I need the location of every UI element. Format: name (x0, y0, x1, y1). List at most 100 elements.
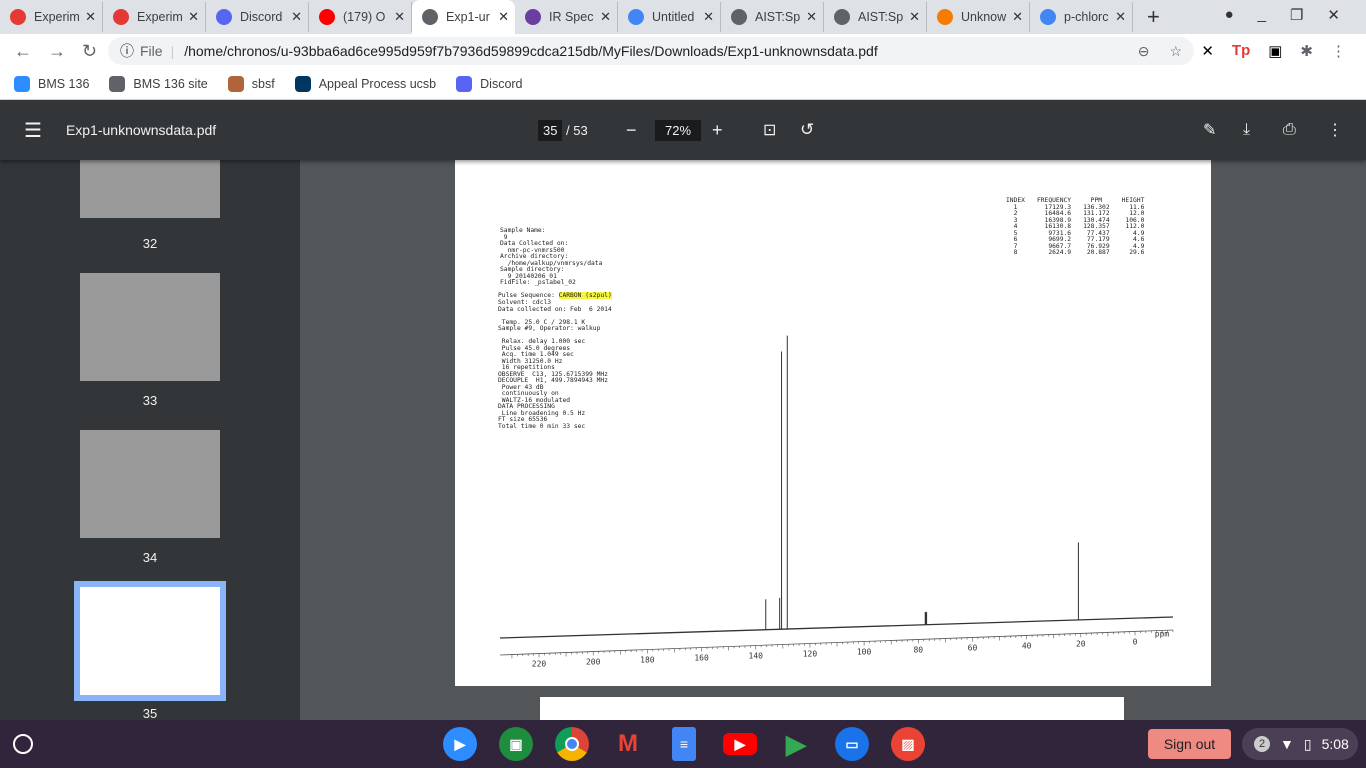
ppm-axis (499, 629, 1174, 656)
axis-tick-label: 20 (1076, 639, 1086, 648)
tab[interactable]: IR Spec ✕ (515, 2, 618, 32)
bookmark-icon (456, 75, 473, 92)
axis-tick-label: 220 (532, 660, 547, 669)
zoom-out-button[interactable]: − (626, 120, 637, 141)
tab[interactable]: Experim ✕ (0, 2, 103, 32)
files-app-icon[interactable]: ▭ (835, 727, 869, 761)
print-icon[interactable]: ⎙ (1283, 121, 1296, 139)
bookmark-label: Discord (480, 76, 523, 91)
extensions-icon[interactable]: ✱ (1300, 42, 1313, 60)
bookmark-label: BMS 136 site (133, 76, 208, 91)
zoom-app-icon[interactable]: ▶ (443, 727, 477, 761)
close-tab-icon[interactable]: ✕ (85, 9, 96, 25)
profile-icon[interactable]: ● (1225, 6, 1234, 24)
tab[interactable]: Experim ✕ (103, 2, 206, 32)
page-number-input[interactable]: 35 (538, 119, 563, 141)
close-tab-icon[interactable]: ✕ (600, 9, 611, 25)
download-icon[interactable]: ⤓ (1243, 121, 1250, 139)
bookmark-label: BMS 136 (38, 76, 90, 91)
tab[interactable]: Untitled ✕ (618, 2, 721, 32)
status-tray[interactable]: 2 ▼ ▯ 5:08 (1242, 728, 1358, 760)
pdf-toolbar: ☰ Exp1-unknownsdata.pdf 35 / 53 − 72% + … (0, 100, 1366, 160)
star-icon[interactable]: ☆ (1169, 43, 1182, 60)
youtube-app-icon[interactable]: ▶ (723, 733, 757, 755)
globe-icon (834, 9, 850, 25)
tab-title: Untitled (652, 10, 695, 24)
page-total: / 53 (566, 122, 588, 138)
close-tab-icon[interactable]: ✕ (188, 9, 199, 25)
thumbnail-sidebar[interactable]: 32 33 34 35 (0, 160, 300, 720)
thumbnail-page-33[interactable] (80, 273, 220, 381)
docs-app-icon[interactable]: ≡ (672, 727, 696, 761)
classroom-app-icon[interactable]: ▣ (499, 727, 533, 761)
tab[interactable]: p-chlorc ✕ (1030, 2, 1133, 32)
globe-icon (731, 9, 747, 25)
globe-icon (422, 9, 438, 25)
bookmark[interactable]: BMS 136 (14, 75, 90, 92)
experiment-icon (10, 9, 26, 25)
bookmark-label: sbsf (251, 76, 275, 91)
tab[interactable]: AIST:Sp ✕ (824, 2, 927, 32)
maximize-button[interactable]: ❐ (1290, 6, 1303, 24)
thumbnail-page-32[interactable] (80, 160, 220, 218)
close-tab-icon[interactable]: ✕ (909, 9, 920, 25)
zoom-in-button[interactable]: + (712, 120, 723, 141)
tab[interactable]: AIST:Sp ✕ (721, 2, 824, 32)
url-text[interactable]: /home/chronos/u-93bba6ad6ce995d959f7b793… (184, 43, 878, 59)
separator: | (170, 43, 175, 59)
thumbnail-page-35[interactable] (74, 581, 226, 701)
signout-button[interactable]: Sign out (1148, 729, 1231, 759)
zoom-icon[interactable]: ⊖ (1138, 43, 1150, 60)
chrome-app-icon[interactable] (555, 727, 589, 761)
tab[interactable]: Discord ✕ (206, 2, 309, 32)
fit-page-icon[interactable]: ⊡ (763, 120, 776, 140)
new-tab-button[interactable]: + (1147, 4, 1160, 30)
address-bar[interactable]: ⓘ File | /home/chronos/u-93bba6ad6ce995d… (108, 37, 1194, 65)
more-icon[interactable]: ⋮ (1327, 120, 1343, 140)
screenshot-extension-icon[interactable]: ▣ (1268, 42, 1282, 60)
axis-tick-label: 200 (586, 658, 601, 667)
close-tab-icon[interactable]: ✕ (394, 9, 405, 25)
tab-title: Experim (137, 10, 183, 24)
minimize-button[interactable]: _ (1258, 6, 1266, 24)
bookmark[interactable]: sbsf (227, 75, 275, 92)
axis-tick-label: 180 (640, 656, 655, 665)
baseline (499, 616, 1174, 639)
toolbar: ← → ↻ ⓘ File | /home/chronos/u-93bba6ad6… (0, 34, 1366, 68)
tab[interactable]: Exp1-ur ✕ (412, 0, 515, 34)
close-tab-icon[interactable]: ✕ (806, 9, 817, 25)
tab[interactable]: (179) O ✕ (309, 2, 412, 32)
notification-count[interactable]: 2 (1254, 736, 1270, 752)
bookmark[interactable]: Appeal Process ucsb (294, 75, 436, 92)
bookmark[interactable]: Discord (456, 75, 523, 92)
sidebar-menu-icon[interactable]: ☰ (24, 118, 42, 143)
close-tab-icon[interactable]: ✕ (1012, 9, 1023, 25)
launcher-icon[interactable] (13, 734, 33, 754)
axis-unit: ppm (1155, 629, 1170, 638)
play-store-app-icon[interactable]: ▶ (779, 727, 813, 761)
close-window-button[interactable]: ✕ (1327, 6, 1340, 24)
back-button[interactable]: ← (14, 41, 34, 62)
thumbnail-page-34[interactable] (80, 430, 220, 538)
close-tab-icon[interactable]: ✕ (1115, 9, 1126, 25)
info-icon[interactable]: ⓘ (120, 41, 134, 61)
gmail-app-icon[interactable]: M (611, 727, 645, 761)
thumbnail-label: 32 (142, 236, 158, 251)
close-tab-icon[interactable]: ✕ (498, 9, 509, 25)
forward-button[interactable]: → (48, 41, 68, 62)
zoom-input[interactable]: 72% (655, 119, 702, 141)
tab[interactable]: Unknow ✕ (927, 2, 1030, 32)
tab-title: IR Spec (549, 10, 594, 24)
gallery-app-icon[interactable]: ▨ (891, 727, 925, 761)
tools-extension-icon[interactable]: ✕ (1201, 42, 1214, 60)
close-tab-icon[interactable]: ✕ (703, 9, 714, 25)
reload-button[interactable]: ↻ (82, 41, 102, 62)
battery-icon: ▯ (1303, 735, 1312, 752)
menu-icon[interactable]: ⋮ (1331, 42, 1346, 60)
annotate-icon[interactable]: ✎ (1203, 120, 1216, 140)
nmr-spectrum: 220 200 180 160 140 120 100 80 60 40 20 0ppm (499, 335, 1174, 669)
close-tab-icon[interactable]: ✕ (291, 9, 302, 25)
tp-extension-icon[interactable]: Tp (1232, 42, 1250, 60)
rotate-icon[interactable]: ↺ (800, 120, 814, 140)
bookmark[interactable]: BMS 136 site (109, 75, 208, 92)
